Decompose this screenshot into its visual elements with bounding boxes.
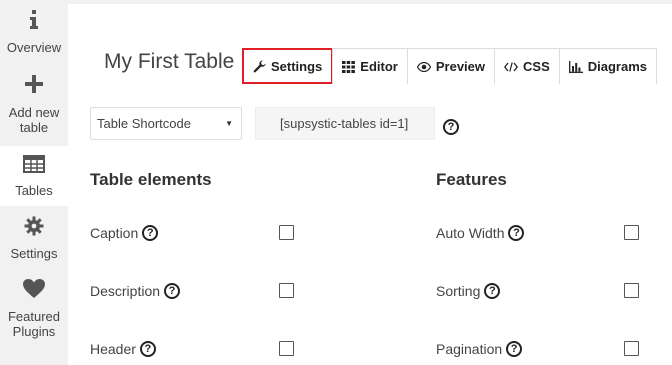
option-pagination: Pagination ?	[436, 341, 523, 357]
gear-icon	[24, 216, 44, 236]
shortcode-type-select[interactable]: Table Shortcode ▼	[90, 107, 242, 140]
option-label: Auto Width	[436, 225, 505, 241]
option-label: Description	[90, 283, 161, 299]
heart-icon	[23, 279, 45, 298]
option-sorting: Sorting ?	[436, 283, 501, 299]
chevron-down-icon: ▼	[225, 119, 233, 128]
tab-label: Editor	[360, 59, 398, 74]
wrench-icon	[253, 60, 266, 73]
tab-diagrams[interactable]: Diagrams	[558, 48, 657, 84]
section-title-table-elements: Table elements	[90, 170, 212, 189]
plus-icon	[25, 75, 43, 93]
tab-label: Diagrams	[587, 59, 647, 74]
sidebar: Overview Add new table Tables Settings F…	[0, 0, 68, 365]
tab-preview[interactable]: Preview	[406, 48, 496, 84]
tab-settings[interactable]: Settings	[242, 48, 334, 84]
help-icon[interactable]: ?	[484, 283, 501, 299]
header-checkbox[interactable]	[279, 341, 294, 356]
tab-label: Settings	[271, 59, 323, 74]
tab-editor[interactable]: Editor	[332, 48, 408, 84]
option-label: Caption	[90, 225, 139, 241]
tab-bar: Settings Editor Preview CSS Diagrams	[242, 48, 657, 84]
help-icon[interactable]: ?	[506, 341, 523, 357]
table-grid-icon	[23, 155, 45, 173]
option-label: Header	[90, 341, 136, 357]
caption-checkbox[interactable]	[279, 225, 294, 240]
sidebar-item-overview[interactable]: Overview	[0, 10, 68, 64]
shortcode-field[interactable]: [supsystic-tables id=1]	[255, 107, 435, 140]
option-caption: Caption ?	[90, 225, 159, 241]
option-auto-width: Auto Width ?	[436, 225, 525, 241]
pagination-checkbox[interactable]	[624, 341, 639, 356]
help-icon[interactable]: ?	[139, 341, 156, 357]
option-description: Description ?	[90, 283, 181, 299]
option-label: Sorting	[436, 283, 481, 299]
sidebar-item-label: Settings	[10, 246, 58, 261]
option-header: Header ?	[90, 341, 156, 357]
sidebar-item-featured-plugins[interactable]: Featured Plugins	[0, 278, 68, 344]
sidebar-item-label: Tables	[15, 183, 53, 198]
help-icon[interactable]: ?	[443, 119, 459, 135]
auto-width-checkbox[interactable]	[624, 225, 639, 240]
bar-chart-icon	[568, 60, 583, 73]
tab-label: CSS	[523, 59, 550, 74]
sidebar-item-label-line2: Plugins	[12, 324, 56, 339]
sidebar-item-label: Overview	[6, 40, 62, 55]
sidebar-item-label-line1: Add new	[8, 105, 60, 120]
sidebar-item-label-line1: Featured	[7, 309, 61, 324]
option-label: Pagination	[436, 341, 503, 357]
main-panel: My First Table Settings Editor Preview C…	[68, 4, 672, 365]
grid-icon	[342, 60, 356, 73]
shortcode-value: [supsystic-tables id=1]	[280, 116, 409, 131]
help-icon[interactable]: ?	[164, 283, 181, 299]
tab-label: Preview	[435, 59, 486, 74]
page-title: My First Table	[104, 50, 235, 73]
sidebar-item-label-line2: table	[19, 120, 49, 135]
tab-css[interactable]: CSS	[494, 48, 560, 84]
help-icon[interactable]: ?	[142, 225, 159, 241]
sorting-checkbox[interactable]	[624, 283, 639, 298]
section-title-features: Features	[436, 170, 507, 189]
help-icon[interactable]: ?	[508, 225, 525, 241]
eye-icon	[416, 61, 431, 72]
info-icon	[30, 10, 38, 29]
sidebar-item-add-new-table[interactable]: Add new table	[0, 74, 68, 140]
sidebar-item-settings[interactable]: Settings	[0, 216, 68, 266]
description-checkbox[interactable]	[279, 283, 294, 298]
code-icon	[504, 61, 519, 72]
select-value: Table Shortcode	[97, 116, 191, 131]
sidebar-item-tables[interactable]: Tables	[0, 146, 68, 206]
